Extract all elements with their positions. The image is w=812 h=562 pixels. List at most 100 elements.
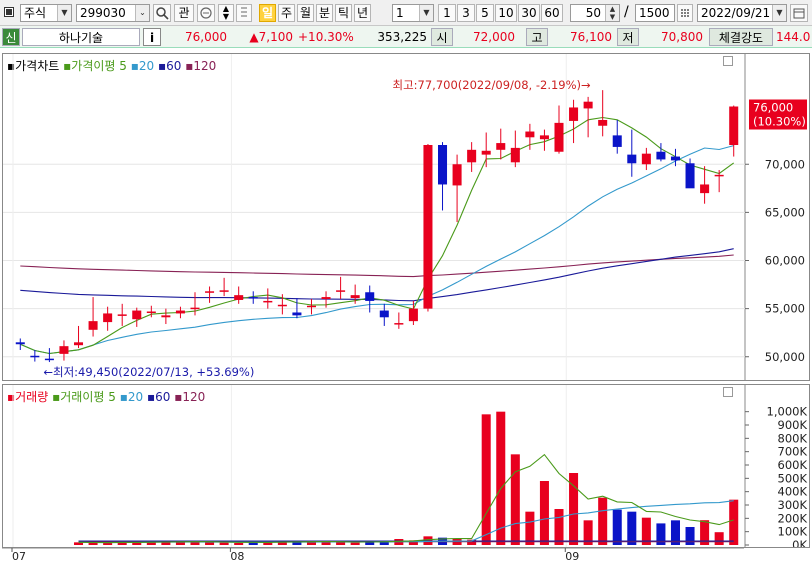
open-label: 시 (431, 28, 453, 46)
high-label: 고 (526, 28, 548, 46)
calendar-icon (793, 8, 805, 19)
volume-bar (714, 532, 724, 545)
count-separator: / (624, 4, 629, 20)
low-price: 70,800 (661, 30, 703, 44)
credit-badge: 신 (2, 28, 20, 46)
volume-bar (525, 511, 535, 545)
link-icon (200, 7, 212, 19)
low-annotation: ←최저:49,450(2022/07/13, +53.69%) (43, 365, 254, 379)
candle-body (350, 295, 360, 299)
volume-y-tick-label: 800K (778, 431, 808, 445)
low-label: 저 (617, 28, 639, 46)
volume-y-tick-label: 200K (778, 511, 808, 525)
ma60-line (20, 248, 734, 302)
candle-body (190, 307, 200, 310)
volume-bar (598, 497, 608, 545)
arrow-down-icon: ▼ (222, 12, 230, 21)
link-button[interactable] (197, 4, 215, 22)
chevron-down-icon: ▼ (419, 5, 433, 21)
candle-body (612, 135, 622, 147)
chevron-down-icon: ▼ (57, 5, 71, 21)
period-button-4[interactable]: 틱 (335, 4, 352, 22)
candle-body (263, 300, 273, 303)
interval-button-30[interactable]: 30 (518, 4, 540, 22)
volume-bar (729, 499, 739, 545)
candle-body (44, 358, 54, 361)
grid-menu-icon[interactable] (4, 7, 14, 17)
volume-y-tick-label: 0K (792, 538, 807, 547)
volume-bar (481, 414, 491, 545)
calendar-button[interactable] (790, 4, 808, 22)
interval-button-60[interactable]: 60 (541, 4, 563, 22)
candle-body (175, 310, 185, 314)
date-input[interactable]: 2022/09/21 ▼ (697, 4, 787, 22)
x-axis: 07 08 09 (2, 548, 744, 562)
volume-bar (685, 527, 695, 545)
period-button-2[interactable]: 월 (297, 4, 314, 22)
stock-code-value: 299030 (80, 6, 126, 20)
price-y-tick-label: 70,000 (765, 157, 805, 171)
chevron-down-icon: ▼ (772, 5, 786, 21)
count-input[interactable]: 50 ▲ ▼ (570, 4, 620, 22)
candle-body (729, 106, 739, 145)
volume-bar (350, 542, 360, 545)
volume-y-tick-label: 1,000K (767, 405, 808, 419)
volume-bar (234, 543, 244, 545)
dots-grid-icon (681, 9, 689, 17)
interval-button-1[interactable]: 1 (438, 4, 456, 22)
candle-body (598, 119, 608, 126)
ma20-line (20, 145, 734, 355)
info-button[interactable]: i (143, 28, 161, 46)
candle-body (379, 310, 389, 318)
strength-value: 144.0 (776, 30, 811, 44)
candle-body (321, 297, 331, 299)
price-y-tick-label: 60,000 (765, 254, 805, 268)
date-value: 2022/09/21 (701, 6, 771, 20)
interest-button[interactable]: 관 (174, 4, 194, 22)
candle-body (656, 151, 666, 160)
volume-bar (510, 454, 520, 545)
candle-body (88, 321, 98, 330)
current-price: 76,000 (185, 30, 227, 44)
stock-code-input[interactable]: 299030 ⌄ (76, 4, 150, 22)
change-rate: +10.30% (298, 30, 354, 44)
volume-bar (496, 411, 506, 545)
candle-body (539, 135, 549, 140)
volume-bar (627, 511, 637, 545)
period-button-1[interactable]: 주 (278, 4, 295, 22)
candle-body (569, 107, 579, 121)
candle-body (292, 312, 302, 316)
volume-bar (219, 542, 229, 545)
volume-bar (205, 542, 215, 545)
search-button[interactable] (153, 4, 171, 22)
period-button-5[interactable]: 년 (354, 4, 371, 22)
candle-body (408, 308, 418, 322)
candle-body (467, 149, 477, 163)
candle-body (496, 143, 506, 150)
x-tick-label: 08 (230, 550, 244, 562)
candle-body (205, 291, 215, 293)
interval-button-5[interactable]: 5 (476, 4, 494, 22)
candle-body (394, 323, 404, 325)
price-chart-svg: 70,000 65,000 60,000 55,000 50,000 최고:77,700(… (3, 54, 807, 380)
interval-button-10[interactable]: 10 (495, 4, 517, 22)
candle-body (74, 342, 84, 346)
interval-select[interactable]: 1 ▼ (392, 4, 434, 22)
period-button-3[interactable]: 분 (316, 4, 333, 22)
candle-body (554, 122, 564, 152)
interval-button-3[interactable]: 3 (457, 4, 475, 22)
stock-name: 하나기술 (22, 28, 140, 46)
chevron-down-icon: ⌄ (135, 5, 149, 21)
period-button-0[interactable]: 일 (259, 4, 276, 22)
last-rate-tag: (10.30%) (753, 115, 806, 129)
market-select[interactable]: 주식 ▼ (20, 4, 72, 22)
candle-body (481, 150, 491, 155)
strength-label: 체결강도 (709, 28, 773, 46)
last-price-tag: 76,000 (753, 101, 793, 115)
trading-volume: 353,225 (377, 30, 427, 44)
bar-icon-button[interactable] (236, 4, 252, 22)
volume-bar (554, 509, 564, 545)
updown-arrows-button[interactable]: ▲ ▼ (218, 4, 234, 22)
grid-settings-button[interactable] (677, 4, 693, 22)
candle-body (161, 315, 171, 318)
